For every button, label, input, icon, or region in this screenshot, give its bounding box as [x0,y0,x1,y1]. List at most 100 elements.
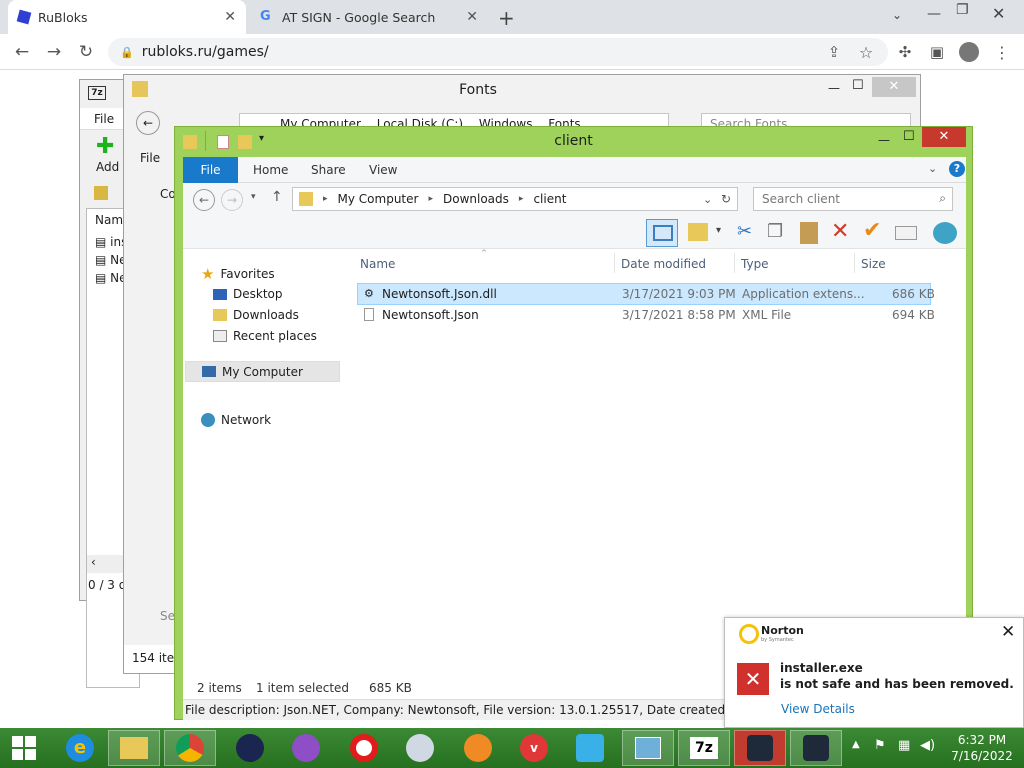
recent-locations-dropdown-icon[interactable]: ▾ [251,192,256,202]
list-item[interactable]: ▤ Ne [95,271,127,285]
network-icon[interactable]: ▦ [898,738,910,753]
taskbar-app-1[interactable] [224,730,276,766]
properties-icon[interactable] [895,226,917,240]
folder-options-icon[interactable] [688,223,708,241]
back-arrow-icon[interactable]: ← [136,111,160,135]
nav-downloads[interactable]: Downloads [213,308,299,322]
ribbon-expand-chevron-icon[interactable]: ⌄ [928,162,937,175]
tab-google-search[interactable]: G AT SIGN - Google Search ✕ [250,0,488,34]
column-header-size[interactable]: Size [861,257,886,271]
close-tab-icon[interactable]: ✕ [224,9,236,25]
taskbar-vivaldi[interactable]: v [508,730,560,766]
cut-scissors-icon[interactable]: ✂ [737,221,752,242]
fonts-menu-file[interactable]: File [140,151,160,165]
folder-up-icon[interactable] [94,186,108,200]
breadcrumb-item[interactable]: client [533,192,566,206]
close-notification-icon[interactable]: ✕ [1001,622,1015,642]
nav-my-computer[interactable]: My Computer [185,361,340,382]
help-icon[interactable]: ? [949,161,965,177]
view-details-link[interactable]: View Details [781,702,855,716]
column-header-name[interactable]: Name [360,257,395,271]
breadcrumb-item[interactable]: Downloads [443,192,509,206]
tab-file[interactable]: File [183,157,238,183]
taskbar-clock[interactable]: 6:32 PM 7/16/2022 [950,732,1014,764]
up-arrow-icon[interactable]: ↑ [271,189,283,205]
taskbar-filmora-2[interactable] [790,730,842,766]
taskbar-file-explorer[interactable] [108,730,160,766]
minimize-button[interactable]: — [828,81,840,95]
back-arrow-icon[interactable]: ← [10,40,34,64]
taskbar-opera[interactable] [338,730,390,766]
tab-view[interactable]: View [369,157,397,183]
fonts-titlebar[interactable]: Fonts — ☐ ✕ [124,75,920,105]
sevenzip-menu-file[interactable]: File [94,112,114,126]
maximize-button[interactable]: ☐ [903,129,915,144]
back-arrow-icon[interactable]: ← [193,189,215,211]
side-panel-icon[interactable]: ▣ [925,40,949,64]
profile-avatar-icon[interactable] [957,40,981,64]
bookmark-star-icon[interactable]: ☆ [854,40,878,64]
taskbar-uc-browser[interactable] [452,730,504,766]
address-bar[interactable]: 🔒 rubloks.ru/games/ [108,38,888,66]
close-tab-icon[interactable]: ✕ [466,9,478,25]
restore-button[interactable]: ❐ [956,2,969,18]
nav-desktop[interactable]: Desktop [213,287,283,301]
taskbar-chrome[interactable] [164,730,216,766]
close-window-button[interactable]: ✕ [872,77,916,97]
delete-x-icon[interactable]: ✕ [831,219,849,244]
refresh-icon[interactable]: ↻ [721,192,731,206]
start-button[interactable] [0,730,48,766]
list-item[interactable]: ▤ Ne [95,253,127,267]
reload-icon[interactable]: ↻ [74,40,98,64]
taskbar-firefox-nightly[interactable] [280,730,332,766]
maximize-button[interactable]: ☐ [852,78,864,93]
paste-clipboard-icon[interactable] [800,222,818,244]
tab-home[interactable]: Home [253,157,288,183]
taskbar-app-3[interactable] [564,730,616,766]
web-globe-icon[interactable] [933,222,957,244]
control-panel-icon [635,737,661,759]
share-icon[interactable]: ⇪ [822,40,846,64]
client-titlebar[interactable]: ▾ client — ☐ ✕ [175,127,972,157]
add-button-label[interactable]: Add [96,160,119,174]
forward-arrow-icon[interactable]: → [42,40,66,64]
taskbar-filmora-1[interactable] [734,730,786,766]
tab-search-chevron-icon[interactable]: ⌄ [892,8,902,22]
new-tab-button[interactable]: + [498,6,515,30]
show-hidden-icons-icon[interactable]: ▲ [852,739,860,750]
close-window-button[interactable]: ✕ [992,4,1005,23]
taskbar-control-panel[interactable] [622,730,674,766]
preview-pane-icon[interactable] [646,219,678,247]
extensions-puzzle-icon[interactable]: ✣ [893,40,917,64]
address-bar[interactable]: ▸ My Computer ▸ Downloads ▸ client ⌄ ↻ [292,187,738,211]
minimize-button[interactable]: — [878,133,890,147]
nav-recent-places[interactable]: Recent places [213,329,317,343]
action-center-flag-icon[interactable]: ⚑ [874,738,886,753]
nav-network[interactable]: Network [201,413,271,427]
address-dropdown-icon[interactable]: ⌄ [703,193,712,206]
folder-options-dropdown-icon[interactable]: ▾ [716,225,721,236]
close-window-button[interactable]: ✕ [922,127,966,147]
search-input[interactable]: Search client ⌕ [753,187,953,211]
google-g-icon: G [260,9,271,24]
column-header-type[interactable]: Type [741,257,769,271]
rename-check-icon[interactable]: ✔ [863,218,881,243]
norton-notification[interactable]: Norton by Symantec ✕ ✕ installer.exe is … [724,617,1024,728]
forward-arrow-icon[interactable]: → [221,189,243,211]
file-row-newtonsoft-dll[interactable]: ⚙ Newtonsoft.Json.dll 3/17/2021 9:03 PM … [357,283,935,305]
tab-share[interactable]: Share [311,157,346,183]
column-header-date[interactable]: Date modified [621,257,706,271]
volume-icon[interactable]: ◀) [920,738,935,753]
minimize-button[interactable]: — [927,6,941,22]
copy-icon[interactable]: ❐ [767,221,783,242]
breadcrumb-item[interactable]: My Computer [338,192,419,206]
taskbar-internet-explorer[interactable]: e [54,730,106,766]
threat-file-name: installer.exe [780,661,863,675]
taskbar-app-2[interactable] [394,730,446,766]
chrome-menu-icon[interactable]: ⋮ [990,40,1014,64]
file-row-newtonsoft-xml[interactable]: Newtonsoft.Json 3/17/2021 8:58 PM XML Fi… [357,305,935,327]
nav-favorites[interactable]: ★ Favorites [201,265,275,283]
taskbar-7zip[interactable]: 7z [678,730,730,766]
threat-removed-icon: ✕ [737,663,769,695]
tab-rubloks[interactable]: RuBloks ✕ [8,0,246,34]
